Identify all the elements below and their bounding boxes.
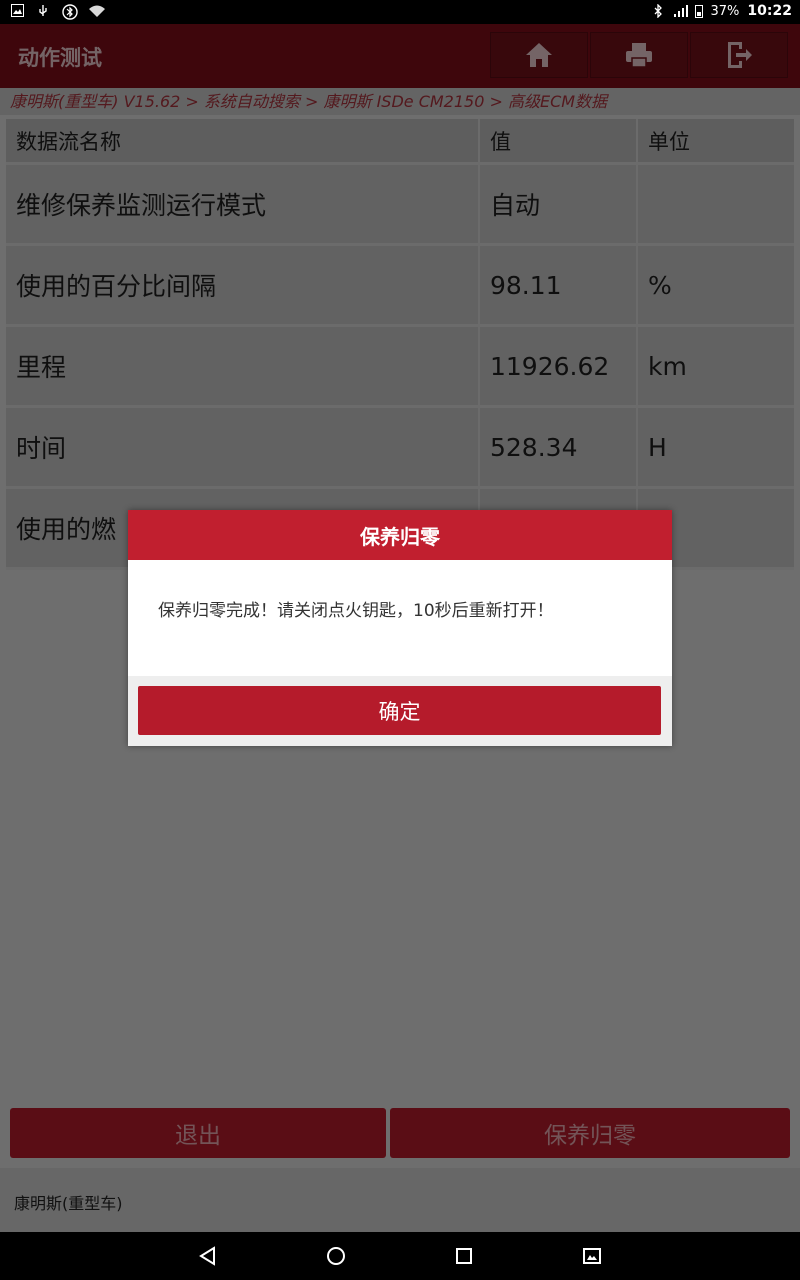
ok-button[interactable]: 确定 [138,686,661,735]
bluetooth-icon [651,3,665,19]
square-recents-icon [456,1248,472,1264]
bluetooth-icon [62,4,78,20]
navigation-bar [0,1232,800,1280]
dialog-message: 保养归零完成！请关闭点火钥匙，10秒后重新打开！ [158,601,554,621]
usb-icon [36,4,50,18]
home-nav-button[interactable] [324,1244,348,1268]
maintenance-reset-dialog: 保养归零 保养归零完成！请关闭点火钥匙，10秒后重新打开！ 确定 [128,510,672,746]
clock: 10:22 [747,3,792,19]
circle-home-icon [327,1247,345,1265]
back-icon [199,1246,215,1266]
screenshot-icon [583,1248,601,1264]
wifi-icon [88,4,105,18]
battery-percent: 37% [710,3,740,19]
back-button[interactable] [196,1244,220,1268]
dialog-footer: 确定 [128,676,672,746]
recents-button[interactable] [452,1244,476,1268]
status-bar: 37% 10:22 [0,0,800,24]
dialog-title: 保养归零 [128,510,672,560]
image-icon [10,4,24,18]
battery-icon [694,4,703,18]
screenshot-button[interactable] [580,1244,604,1268]
signal-icon [673,4,688,18]
